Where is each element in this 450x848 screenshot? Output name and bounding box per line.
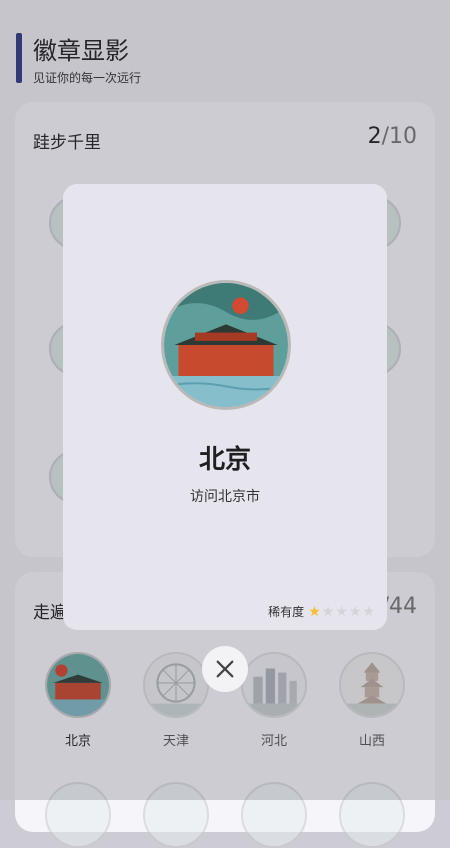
star-icon: ★ [348,603,362,620]
badge-detail-modal: 北京 访问北京市 稀有度 ★ ★ ★ ★ ★ [63,184,387,630]
rarity-stars: ★ ★ ★ ★ ★ [308,605,375,619]
rarity-rating: 稀有度 ★ ★ ★ ★ ★ [268,603,375,620]
rarity-label: 稀有度 [268,605,305,619]
star-icon: ★ [308,603,321,620]
star-icon: ★ [362,603,375,620]
star-icon: ★ [321,603,335,620]
tiananmen-icon [161,280,291,410]
close-button[interactable] [202,646,248,692]
close-icon [216,660,234,678]
badge-name: 北京 [198,445,251,475]
star-icon: ★ [335,603,348,620]
badge-description: 访问北京市 [190,489,260,505]
